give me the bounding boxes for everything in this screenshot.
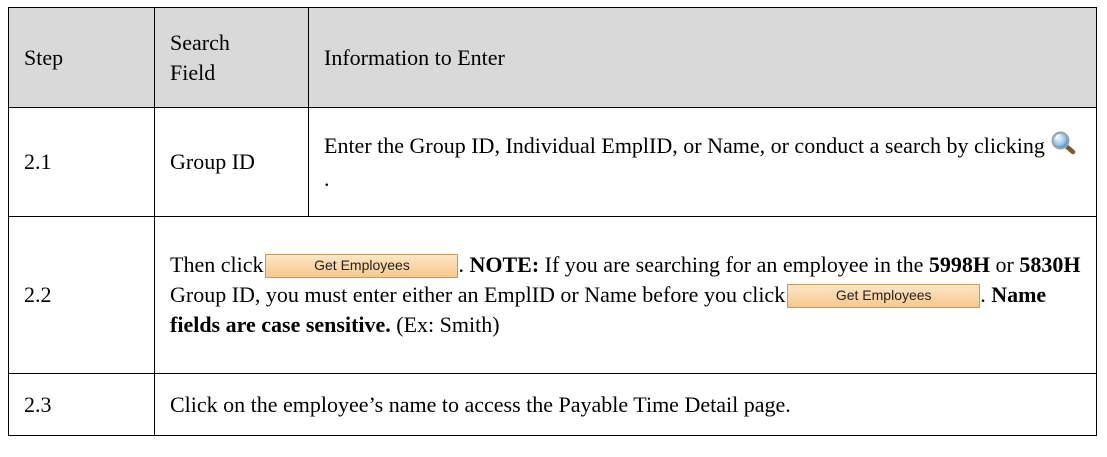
- steps-table: Step Search Field Information to Enter 2.…: [8, 7, 1097, 436]
- header-search-field: Search Field: [154, 7, 309, 108]
- note-label: NOTE:: [469, 252, 540, 277]
- table-row: 2.2 Then click Get Employees. NOTE: If yo…: [8, 216, 1097, 374]
- text-note-body: If you are searching for an employee in …: [539, 252, 924, 277]
- magnifier-icon[interactable]: [1050, 130, 1076, 164]
- example-text: (Ex: Smith): [396, 312, 500, 337]
- text-period: .: [458, 252, 464, 277]
- group-id-5998h: 5998H: [928, 252, 991, 277]
- get-employees-button[interactable]: Get Employees: [265, 254, 459, 278]
- info-text: Enter the Group ID, Individual EmplID, o…: [324, 133, 1045, 158]
- header-search-field-line2: Field: [170, 59, 216, 85]
- header-step: Step: [8, 7, 155, 108]
- info-text-end: .: [324, 166, 330, 191]
- text-or: or: [995, 252, 1014, 277]
- header-row: Step Search Field Information to Enter: [8, 7, 1097, 108]
- step-number: 2.1: [8, 107, 155, 217]
- get-employees-button[interactable]: Get Employees: [787, 284, 981, 308]
- text-period: .: [980, 282, 986, 307]
- step-number: 2.2: [8, 216, 155, 374]
- information-cell: Then click Get Employees. NOTE: If you ar…: [154, 216, 1097, 374]
- table-row: 2.3 Click on the employee’s name to acce…: [8, 373, 1097, 436]
- text-then-click: Then click: [170, 252, 264, 277]
- text-must-enter: Group ID, you must enter either an EmplI…: [170, 282, 786, 307]
- header-search-field-line1: Search: [170, 29, 230, 55]
- search-field: Group ID: [154, 107, 309, 217]
- group-id-5830h: 5830H: [1019, 252, 1081, 277]
- information-cell: Click on the employee’s name to access t…: [154, 373, 1097, 436]
- table-row: 2.1 Group ID Enter the Group ID, Individ…: [8, 107, 1097, 217]
- information-cell: Enter the Group ID, Individual EmplID, o…: [308, 107, 1097, 217]
- header-information: Information to Enter: [308, 7, 1097, 108]
- step-number: 2.3: [8, 373, 155, 436]
